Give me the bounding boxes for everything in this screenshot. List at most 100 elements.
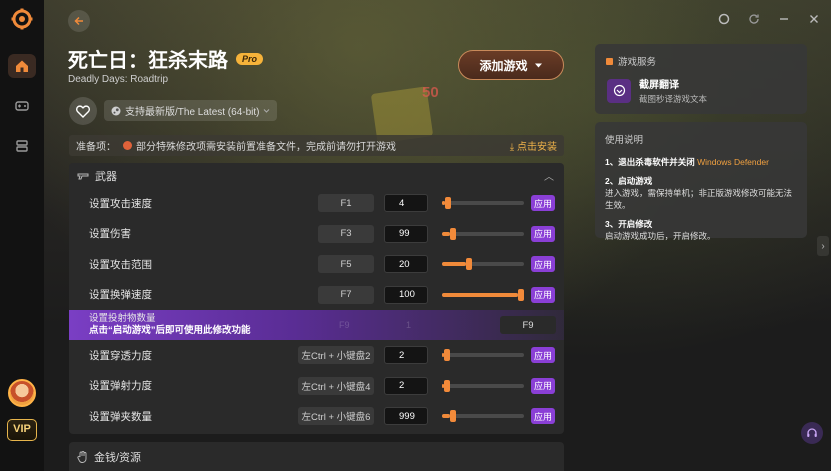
slider-handle[interactable] — [444, 379, 450, 392]
section-header-money[interactable]: 金钱/资源 — [69, 442, 564, 471]
locked-row-text: 设置投射物数量 点击“启动游戏”后即可使用此修改功能 — [89, 313, 251, 337]
sidebar-item-library[interactable] — [8, 134, 36, 158]
headset-icon — [807, 428, 817, 437]
slider-handle[interactable] — [518, 288, 524, 301]
hotkey-button[interactable]: F3 — [318, 224, 374, 243]
warning-icon — [123, 141, 132, 150]
value-slider[interactable] — [442, 349, 524, 362]
value-slider[interactable] — [442, 258, 524, 271]
value-input[interactable]: 999 — [384, 407, 428, 426]
apply-button[interactable]: 应用 — [531, 347, 555, 364]
value-input[interactable]: 99 — [384, 224, 428, 243]
hotkey-button[interactable]: F5 — [318, 255, 374, 274]
minimize-icon — [780, 18, 788, 20]
screenshot-translate-item[interactable]: 截屏翻译 截图秒译游戏文本 — [607, 76, 707, 105]
windows-defender-link[interactable]: Windows Defender — [697, 157, 769, 167]
guide-step-3: 3、开启修改 启动游戏成功后，开启修改。 — [605, 218, 797, 242]
guide-title: 使用说明 — [605, 135, 644, 146]
guide-step-1: 1、退出杀毒软件并关闭 Windows Defender — [605, 156, 797, 168]
prep-notice-bar: 准备项： 部分特殊修改项需安装前置准备文件，完成前请勿打开游戏 ⤓ 点击安装 — [69, 135, 564, 156]
game-title-text: 死亡日：狂杀末路 — [68, 50, 228, 72]
cheat-label: 设置伤害 — [89, 228, 131, 241]
expand-panel-button[interactable]: › — [817, 236, 829, 256]
close-button[interactable] — [807, 12, 821, 26]
version-selector[interactable]: 支持最新版/The Latest (64-bit) — [104, 100, 278, 121]
refresh-icon — [749, 14, 759, 24]
slider-handle[interactable] — [466, 258, 472, 271]
value-input[interactable]: 20 — [384, 255, 428, 274]
arrow-left-icon — [74, 16, 83, 26]
value-slider[interactable] — [442, 197, 524, 210]
install-link-label: 点击安装 — [517, 142, 557, 153]
chevron-up-icon[interactable]: ︿ — [544, 168, 554, 183]
slider-handle[interactable] — [450, 227, 456, 240]
cheat-label: 设置攻击速度 — [89, 197, 152, 210]
back-button[interactable] — [68, 10, 90, 32]
value-input[interactable]: 2 — [384, 376, 428, 395]
value-input[interactable]: 4 — [384, 194, 428, 213]
favorite-button[interactable] — [69, 97, 97, 125]
main-area: 50 死亡日：狂杀末路 Pro Deadly Days: Roadtrip 添加… — [44, 0, 831, 471]
minimize-button[interactable] — [777, 12, 791, 26]
pro-badge: Pro — [236, 52, 264, 65]
locked-ghost-hotkey: F9 — [339, 320, 350, 330]
support-button[interactable] — [801, 422, 823, 444]
apply-button[interactable]: 应用 — [531, 256, 555, 273]
apply-button[interactable]: 应用 — [531, 286, 555, 303]
hotkey-button[interactable]: F7 — [318, 285, 374, 304]
value-input[interactable]: 2 — [384, 346, 428, 365]
version-label: 支持最新版/The Latest (64-bit) — [125, 107, 260, 118]
vip-badge[interactable]: VIP — [7, 419, 37, 441]
caret-down-icon — [534, 63, 542, 67]
guide-step-2-title: 2、启动游戏 — [605, 176, 653, 186]
value-slider[interactable] — [442, 379, 524, 392]
value-slider[interactable] — [442, 288, 524, 301]
cheat-row: 设置伤害 F3 99 应用 — [69, 219, 564, 250]
game-subtitle: Deadly Days: Roadtrip — [68, 74, 169, 85]
value-input[interactable]: 100 — [384, 285, 428, 304]
apply-button[interactable]: 应用 — [531, 195, 555, 212]
value-slider[interactable] — [442, 410, 524, 423]
hotkey-button[interactable]: 左Ctrl + 小键盘2 — [298, 346, 374, 365]
box-icon — [606, 57, 613, 65]
sidebar-item-games[interactable] — [8, 94, 36, 118]
add-game-button[interactable]: 添加游戏 — [458, 50, 564, 80]
locked-hotkey: F9 — [500, 316, 556, 334]
hotkey-button[interactable]: F1 — [318, 194, 374, 213]
cheat-row: 设置弹夹数量 左Ctrl + 小键盘6 999 应用 — [69, 401, 564, 432]
gamepad-icon — [15, 101, 29, 111]
apply-button[interactable]: 应用 — [531, 225, 555, 242]
download-icon: ⤓ — [509, 142, 515, 153]
slider-handle[interactable] — [450, 410, 456, 423]
apply-button[interactable]: 应用 — [531, 408, 555, 425]
translate-icon — [607, 78, 631, 103]
sidebar-item-home[interactable] — [8, 54, 36, 78]
refresh-button[interactable] — [747, 12, 761, 26]
home-icon — [16, 60, 28, 72]
hotkey-button[interactable]: 左Ctrl + 小键盘6 — [298, 407, 374, 426]
cheat-label: 设置攻击范围 — [89, 258, 152, 271]
user-avatar[interactable] — [8, 379, 36, 407]
cheat-row: 设置攻击范围 F5 20 应用 — [69, 249, 564, 280]
guide-step-3-text: 启动游戏成功后，开启修改。 — [605, 231, 716, 241]
cheat-label: 设置换弹速度 — [89, 289, 152, 302]
locked-row-notice: 点击“启动游戏”后即可使用此修改功能 — [89, 325, 251, 336]
slider-handle[interactable] — [444, 349, 450, 362]
apply-button[interactable]: 应用 — [531, 377, 555, 394]
section-title-money: 金钱/资源 — [94, 451, 142, 464]
locked-row: 设置投射物数量 点击“启动游戏”后即可使用此修改功能 F9 1 F9 — [69, 310, 564, 340]
slider-fill — [442, 414, 450, 419]
background-art-number: 50 — [422, 84, 439, 101]
slider-handle[interactable] — [445, 197, 451, 210]
hotkey-button[interactable]: 左Ctrl + 小键盘4 — [298, 376, 374, 395]
cheat-label: 设置弹夹数量 — [89, 410, 152, 423]
profile-button[interactable] — [717, 12, 731, 26]
circle-icon — [718, 13, 730, 25]
usage-guide-card: 使用说明 1、退出杀毒软件并关闭 Windows Defender 2、启动游戏… — [595, 122, 807, 241]
install-link[interactable]: ⤓ 点击安装 — [510, 138, 557, 153]
chevron-down-icon — [264, 109, 270, 113]
services-title-text: 游戏服务 — [618, 57, 657, 68]
value-slider[interactable] — [442, 227, 524, 240]
section-header-weapons[interactable]: 武器 ︿ — [69, 163, 564, 188]
game-services-card: 游戏服务 截屏翻译 截图秒译游戏文本 — [595, 44, 807, 114]
